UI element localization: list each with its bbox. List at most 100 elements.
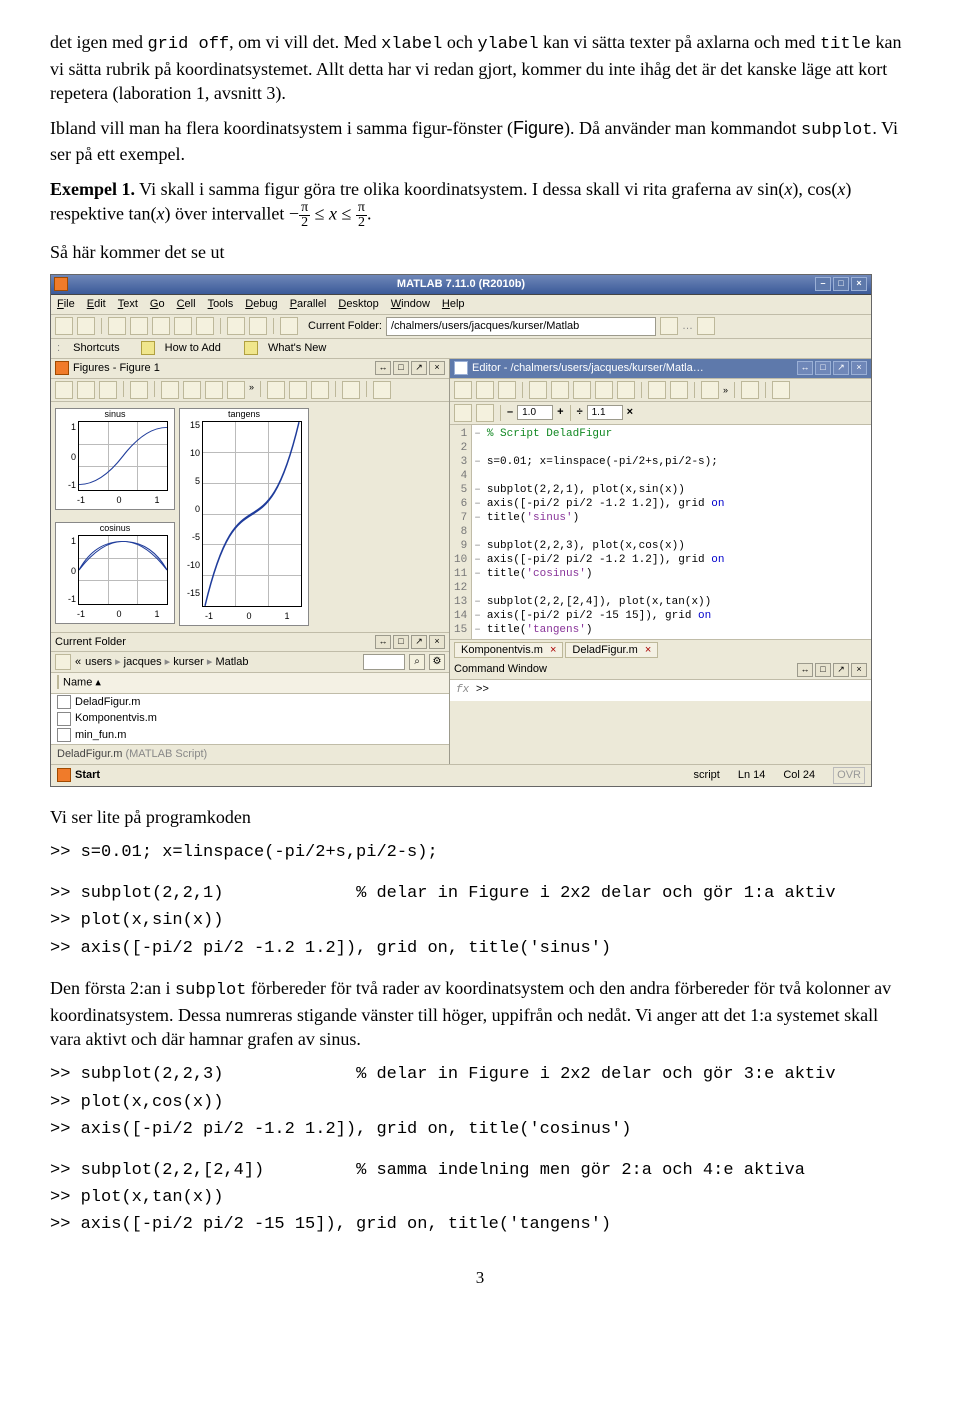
undo-icon[interactable] [595, 381, 613, 399]
shortcut-howto[interactable]: How to Add [165, 342, 221, 354]
close-panel-button[interactable]: × [851, 663, 867, 677]
redo-icon[interactable] [617, 381, 635, 399]
dock-button[interactable]: ↔ [797, 361, 813, 375]
open-file-icon[interactable] [77, 317, 95, 335]
subplot-grid-icon[interactable] [267, 381, 285, 399]
start-button[interactable]: Start [75, 768, 100, 783]
paste-icon[interactable] [152, 317, 170, 335]
find-icon[interactable] [670, 381, 688, 399]
menu-window[interactable]: Window [391, 298, 430, 310]
breadcrumb-item[interactable]: Matlab [215, 656, 248, 668]
cf-browse-icon[interactable] [697, 317, 715, 335]
fx-icon[interactable] [741, 381, 759, 399]
file-row[interactable]: DeladFigur.m [51, 694, 449, 711]
dock-button[interactable]: ↔ [375, 361, 391, 375]
pan-icon[interactable] [205, 381, 223, 399]
undo-icon[interactable] [174, 317, 192, 335]
paste-icon[interactable] [573, 381, 591, 399]
redo-icon[interactable] [196, 317, 214, 335]
menu-parallel[interactable]: Parallel [290, 298, 327, 310]
cut-icon[interactable] [108, 317, 126, 335]
code-block-4: >> subplot(2,2,[2,4]) % samma indelning … [50, 1157, 910, 1239]
editor-tab[interactable]: DeladFigur.m × [565, 642, 658, 659]
file-row[interactable]: Komponentvis.m [51, 710, 449, 727]
menu-desktop[interactable]: Desktop [338, 298, 378, 310]
help-icon[interactable] [280, 317, 298, 335]
run-icon[interactable] [701, 381, 719, 399]
menu-tools[interactable]: Tools [208, 298, 234, 310]
menu-file[interactable]: File [57, 298, 75, 310]
cf-dropdown-icon[interactable] [660, 317, 678, 335]
axes-cosinus[interactable]: cosinus 1 0 -1 -1 0 1 [55, 522, 175, 624]
cell-decrement-field[interactable]: 1.0 [517, 405, 553, 421]
minimize-button[interactable]: – [815, 277, 831, 291]
cell-next-icon[interactable] [476, 404, 494, 422]
dock-button[interactable]: ↔ [797, 663, 813, 677]
min-button[interactable]: ↗ [411, 635, 427, 649]
close-tab-icon[interactable]: × [645, 644, 651, 656]
menu-debug[interactable]: Debug [245, 298, 277, 310]
simulink-icon[interactable] [227, 317, 245, 335]
current-folder-breadcrumb[interactable]: « usersjacqueskurserMatlab ⌕ ⚙ [51, 652, 449, 673]
dock-button[interactable]: ↔ [375, 635, 391, 649]
new-icon[interactable] [454, 381, 472, 399]
pointer-icon[interactable] [130, 381, 148, 399]
axes-sinus[interactable]: sinus 1 0 -1 -1 0 1 [55, 408, 175, 510]
close-icon[interactable] [772, 381, 790, 399]
undock-button[interactable]: □ [815, 361, 831, 375]
status-bar: Start script Ln 14 Col 24 OVR [51, 764, 871, 786]
copy-icon[interactable] [551, 381, 569, 399]
link-icon[interactable] [342, 381, 360, 399]
breadcrumb-item[interactable]: jacques [124, 656, 174, 668]
print-icon[interactable] [99, 381, 117, 399]
cell-multiply-field[interactable]: 1.1 [587, 405, 623, 421]
editor-icon [454, 361, 468, 375]
min-button[interactable]: ↗ [833, 663, 849, 677]
cut-icon[interactable] [529, 381, 547, 399]
copy-icon[interactable] [130, 317, 148, 335]
guide-icon[interactable] [249, 317, 267, 335]
close-fig-icon[interactable] [373, 381, 391, 399]
menu-go[interactable]: Go [150, 298, 165, 310]
editor-body[interactable]: 123456789101112131415 ––––––––––– % Scri… [450, 425, 871, 639]
menu-edit[interactable]: Edit [87, 298, 106, 310]
zoom-out-icon[interactable] [183, 381, 201, 399]
current-folder-field[interactable]: /chalmers/users/jacques/kurser/Matlab [386, 317, 656, 336]
rotate-icon[interactable] [227, 381, 245, 399]
matlab-logo-icon [54, 277, 68, 291]
zoom-in-icon[interactable] [161, 381, 179, 399]
shortcut-whatsnew[interactable]: What's New [268, 342, 326, 354]
close-panel-button[interactable]: × [429, 635, 445, 649]
undock-button[interactable]: □ [815, 663, 831, 677]
cf-search-field[interactable] [363, 654, 405, 670]
close-panel-button[interactable]: × [851, 361, 867, 375]
maximize-button[interactable]: □ [833, 277, 849, 291]
save-icon[interactable] [498, 381, 516, 399]
print-icon[interactable] [648, 381, 666, 399]
close-panel-button[interactable]: × [429, 361, 445, 375]
undock-button[interactable]: □ [393, 635, 409, 649]
menu-cell[interactable]: Cell [177, 298, 196, 310]
gear-icon[interactable]: ⚙ [429, 654, 445, 670]
save-fig-icon[interactable] [77, 381, 95, 399]
undock-button[interactable]: □ [393, 361, 409, 375]
breadcrumb-item[interactable]: users [85, 656, 124, 668]
cell-eval-icon[interactable] [454, 404, 472, 422]
editor-tab[interactable]: Komponentvis.m × [454, 642, 563, 659]
open-icon[interactable] [476, 381, 494, 399]
subplot-icon[interactable] [311, 381, 329, 399]
search-icon[interactable]: ⌕ [409, 654, 425, 670]
new-fig-icon[interactable] [55, 381, 73, 399]
new-file-icon[interactable] [55, 317, 73, 335]
file-row[interactable]: min_fun.m [51, 727, 449, 744]
close-button[interactable]: × [851, 277, 867, 291]
min-button[interactable]: ↗ [411, 361, 427, 375]
axes-tangens[interactable]: tangens 15 10 5 0 -5 -10 -15 -1 0 1 [179, 408, 309, 626]
close-tab-icon[interactable]: × [550, 644, 556, 656]
menu-help[interactable]: Help [442, 298, 465, 310]
breadcrumb-item[interactable]: kurser [173, 656, 215, 668]
min-button[interactable]: ↗ [833, 361, 849, 375]
menu-text[interactable]: Text [118, 298, 138, 310]
command-window[interactable]: fx >> [450, 680, 871, 701]
subplot-icon[interactable] [289, 381, 307, 399]
